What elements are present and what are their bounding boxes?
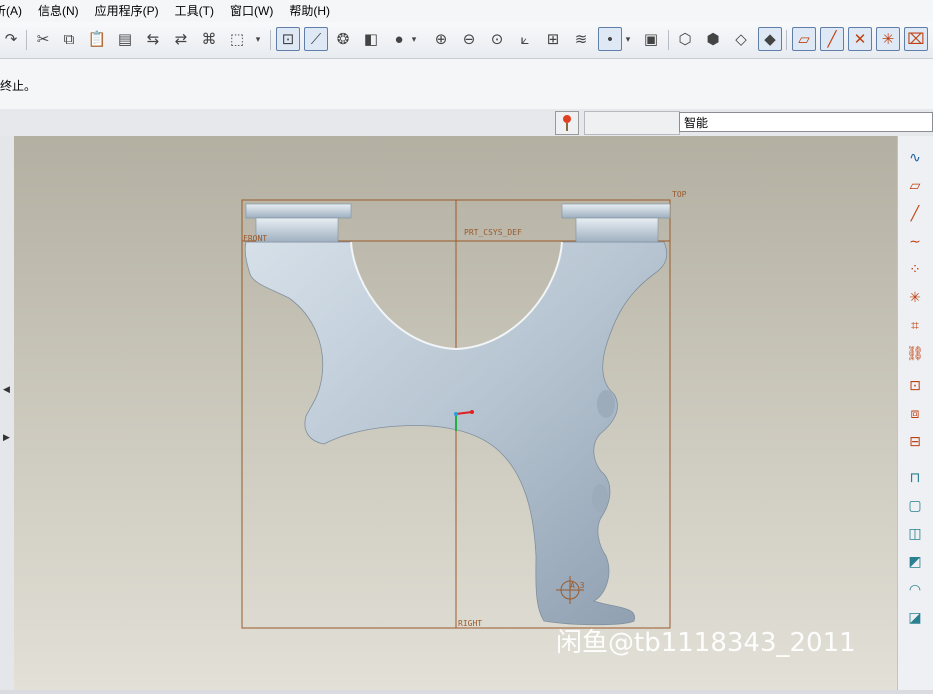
datum-csys-tool-icon[interactable]: ✳ [904, 286, 926, 308]
menu-info[interactable]: 信息(N) [30, 0, 87, 22]
copy-icon[interactable]: ⧉ [58, 28, 80, 50]
menu-analysis[interactable]: 析(A) [0, 0, 30, 22]
right-datum-label[interactable]: RIGHT [458, 619, 482, 628]
watermark-text: 闲鱼@tb1118343_2011 [556, 628, 856, 658]
datum-points-icon[interactable]: ✕ [848, 27, 872, 51]
collapse-left-icon[interactable]: ◀ [3, 384, 10, 395]
toolbar-separator [270, 30, 271, 50]
dropdown-icon[interactable]: ▾ [252, 28, 264, 50]
rib-tool-icon[interactable]: ◫ [904, 522, 926, 544]
datum-curve-tool-icon[interactable]: ∼ [904, 230, 926, 252]
layers-icon[interactable]: ≋ [570, 28, 592, 50]
datum-csys-icon[interactable]: ✳ [876, 27, 900, 51]
appearance-icon[interactable]: ▣ [640, 28, 662, 50]
datum-planes-icon[interactable]: ▱ [792, 27, 816, 51]
selection-filter-select[interactable]: 智能 [679, 112, 933, 132]
revolve-tool-icon[interactable]: ⊟ [904, 430, 926, 452]
expand-right-icon[interactable]: ▶ [3, 432, 10, 443]
paste-icon[interactable]: 📋 [86, 28, 108, 50]
chain-icon[interactable]: ⛓ [904, 342, 926, 364]
graphics-viewport[interactable]: TOP FRONT RIGHT PRT_CSYS_DEF A_3 [14, 136, 897, 690]
dropdown-icon[interactable]: ▾ [408, 28, 420, 50]
csys-label[interactable]: PRT_CSYS_DEF [464, 228, 522, 237]
menu-tools[interactable]: 工具(T) [167, 0, 222, 22]
shading-icon[interactable]: ● [388, 28, 410, 50]
menu-applications[interactable]: 应用程序(P) [87, 0, 167, 22]
extrude-tool-icon[interactable]: ⧈ [904, 402, 926, 424]
draft-tool-icon[interactable]: ◩ [904, 550, 926, 572]
find-icon[interactable]: ⌘ [198, 28, 220, 50]
status-line [0, 690, 933, 694]
datum-display-icon[interactable]: ⟋ [304, 27, 328, 51]
orient-icon[interactable]: ◧ [360, 28, 382, 50]
model-canvas[interactable]: TOP FRONT RIGHT PRT_CSYS_DEF A_3 [14, 136, 897, 690]
no-hidden-icon[interactable]: ◇ [730, 28, 752, 50]
toolbar-separator [668, 30, 669, 50]
redo-icon[interactable]: ↷ [0, 28, 22, 50]
zoom-out-icon[interactable]: ⊖ [458, 28, 480, 50]
analysis-feature-icon[interactable]: ⌗ [904, 314, 926, 336]
datum-axis-tool-icon[interactable]: ╱ [904, 202, 926, 224]
hidden-line-icon[interactable]: ⬢ [702, 28, 724, 50]
datum-axes-icon[interactable]: ╱ [820, 27, 844, 51]
sketch-icon[interactable]: ⊡ [276, 27, 300, 51]
display-style-icon[interactable]: • [598, 27, 622, 51]
left-fork-tip[interactable] [245, 203, 352, 219]
dropdown-icon[interactable]: ▾ [622, 28, 634, 50]
zoom-in-icon[interactable]: ⊕ [430, 28, 452, 50]
message-text: 终止。 [0, 79, 37, 93]
navigator-collapse-strip[interactable]: ◀ ▶ [0, 136, 15, 694]
datum-point-tool-icon[interactable]: ⁘ [904, 258, 926, 280]
round-tool-icon[interactable]: ◠ [904, 578, 926, 600]
toolbar-separator [26, 30, 27, 50]
regen-manager-icon[interactable]: ⇄ [170, 28, 192, 50]
datum-plane-tool-icon[interactable]: ▱ [904, 174, 926, 196]
select-box-icon[interactable]: ⬚ [226, 28, 248, 50]
shell-tool-icon[interactable]: ▢ [904, 494, 926, 516]
message-area: 终止。 [0, 59, 933, 110]
right-fork-tip[interactable] [561, 203, 671, 219]
cut-icon[interactable]: ✂ [32, 28, 54, 50]
menu-help[interactable]: 帮助(H) [281, 0, 338, 22]
menu-window[interactable]: 窗口(W) [222, 0, 281, 22]
sketch-tool-icon[interactable]: ⊡ [904, 374, 926, 396]
paste-special-icon[interactable]: ▤ [114, 28, 136, 50]
reorient-icon[interactable]: ⟀ [514, 28, 536, 50]
feature-toolbar: ∿ ▱ ╱ ∼ ⁘ ✳ ⌗ ⛓ ⊡ ⧈ ⊟ ⊓ ▢ ◫ ◩ ◠ ◪ [897, 136, 933, 694]
regenerate-icon[interactable]: ⇆ [142, 28, 164, 50]
filter-area [584, 111, 680, 135]
spin-center-icon[interactable]: ❂ [332, 28, 354, 50]
status-light-icon[interactable] [555, 111, 579, 135]
hole-tool-icon[interactable]: ⊓ [904, 466, 926, 488]
front-datum-label[interactable]: FRONT [243, 234, 267, 243]
top-datum-label[interactable]: TOP [672, 190, 687, 199]
menu-bar: 析(A) 信息(N) 应用程序(P) 工具(T) 窗口(W) 帮助(H) [0, 0, 933, 22]
main-toolbar: ↷ ✂ ⧉ 📋 ▤ ⇆ ⇄ ⌘ ⬚ ▾ ⊡ ⟋ ❂ ◧ ● ▾ ⊕ ⊖ ⊙ ⟀ … [0, 22, 933, 59]
toolbar-separator [786, 30, 787, 50]
annotations-icon[interactable]: ⌧ [904, 27, 928, 51]
shaded-icon[interactable]: ◆ [758, 27, 782, 51]
wireframe-icon[interactable]: ⬡ [674, 28, 696, 50]
saved-views-icon[interactable]: ⊞ [542, 28, 564, 50]
chamfer-tool-icon[interactable]: ◪ [904, 606, 926, 628]
refit-icon[interactable]: ⊙ [486, 28, 508, 50]
sketch-curve-icon[interactable]: ∿ [904, 146, 926, 168]
